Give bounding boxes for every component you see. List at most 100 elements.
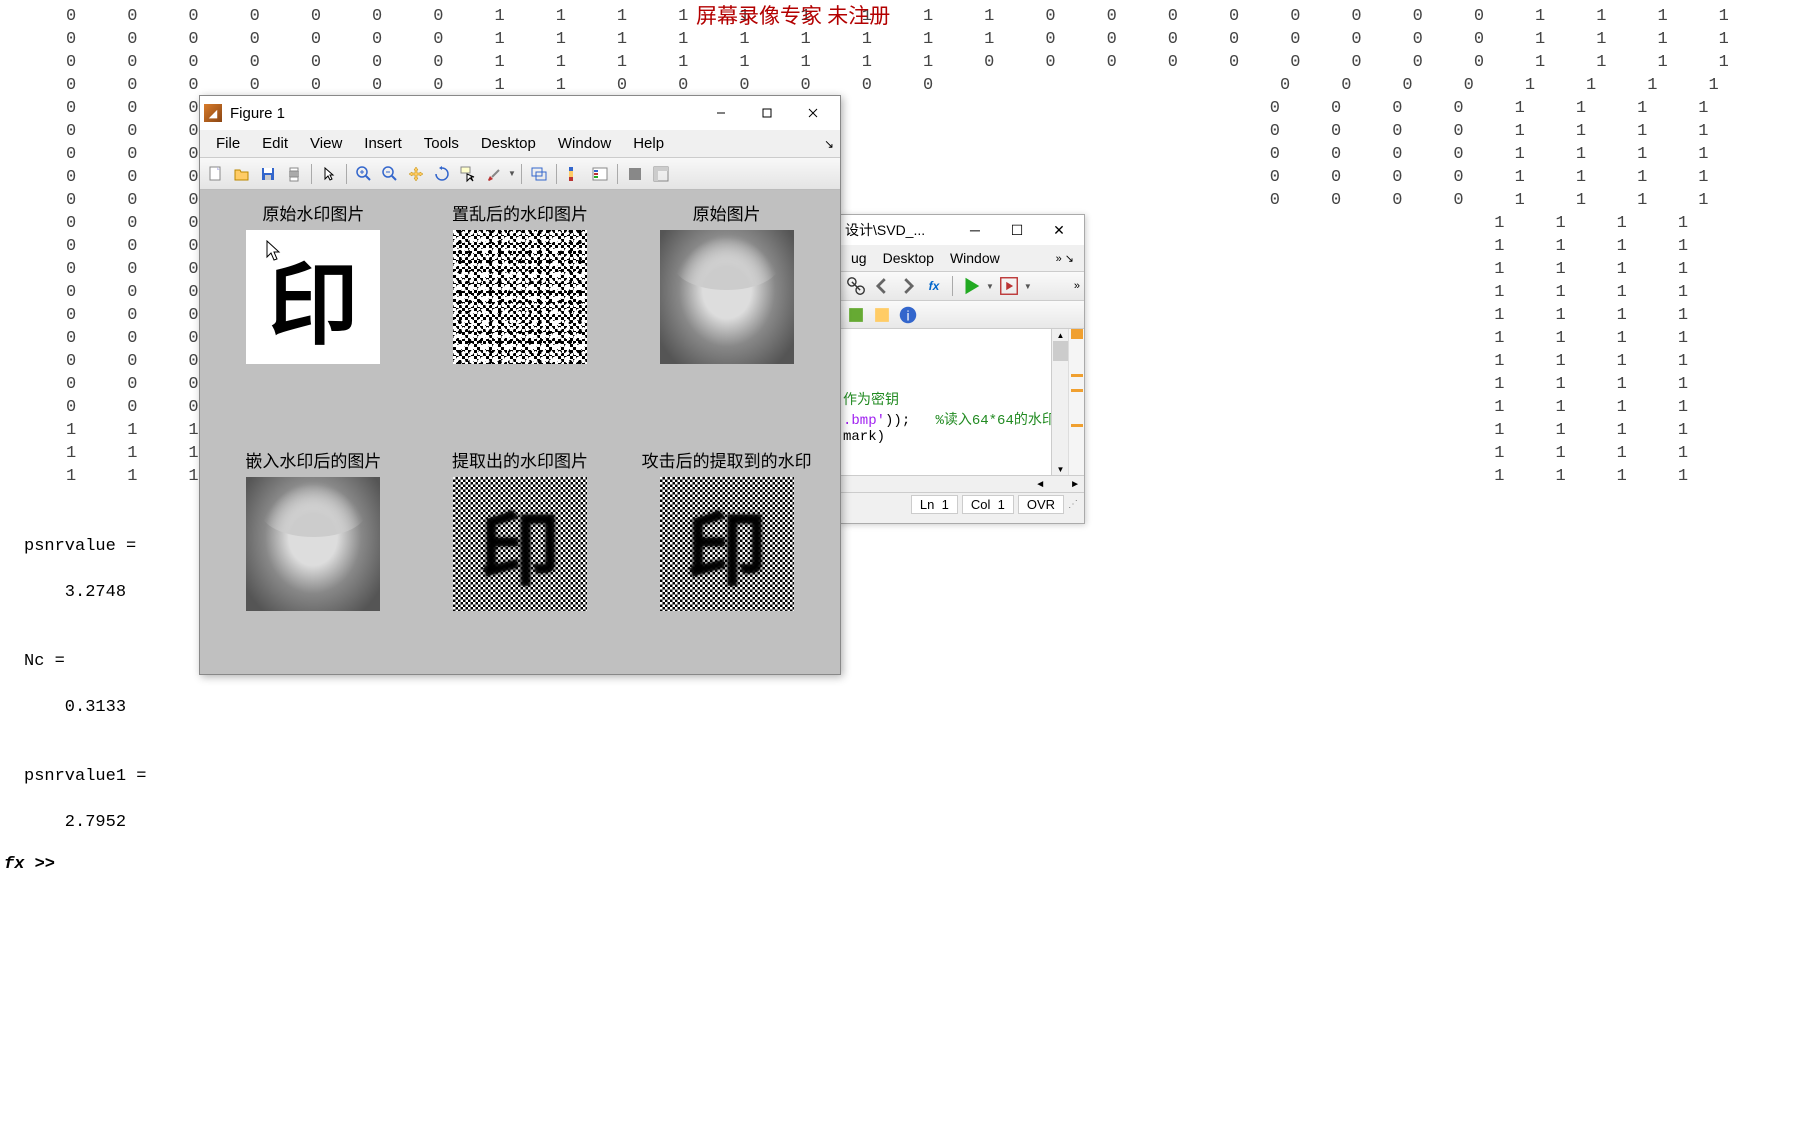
colorbar-icon[interactable] — [562, 162, 586, 186]
open-icon[interactable] — [230, 162, 254, 186]
separator — [617, 164, 618, 184]
subplot-1-image: 印 — [246, 230, 380, 364]
close-button[interactable] — [790, 97, 836, 129]
code-warning-mark[interactable] — [1071, 389, 1083, 392]
run-dropdown-icon[interactable]: ▼ — [986, 282, 994, 291]
subplot-2: 置乱后的水印图片 — [427, 200, 614, 417]
menu-view[interactable]: View — [300, 135, 352, 152]
figure-title: Figure 1 — [230, 105, 698, 122]
run-icon[interactable] — [960, 275, 982, 297]
editor-vscrollbar[interactable]: ▲ ▼ — [1051, 329, 1068, 475]
back-icon[interactable] — [871, 275, 893, 297]
separator — [556, 164, 557, 184]
code-analyzer-strip[interactable] — [1068, 329, 1084, 475]
editor-title: 设计\SVD_... — [845, 220, 954, 240]
fx-icon[interactable]: fx — [923, 275, 945, 297]
new-icon[interactable] — [204, 162, 228, 186]
subplot-2-title: 置乱后的水印图片 — [452, 200, 588, 225]
rotate-icon[interactable] — [430, 162, 454, 186]
resize-grip-icon[interactable]: ⋰ — [1068, 499, 1078, 510]
forward-icon[interactable] — [897, 275, 919, 297]
menu-file[interactable]: File — [206, 135, 250, 152]
scroll-up-icon[interactable]: ▲ — [1053, 329, 1068, 341]
separator — [952, 276, 953, 296]
zoom-out-icon[interactable] — [378, 162, 402, 186]
menu-overflow-icon[interactable]: ↘ — [824, 137, 834, 151]
menu-desktop[interactable]: Desktop — [471, 135, 546, 152]
subplot-6-title: 攻击后的提取到的水印 — [642, 447, 812, 472]
subplot-1-title: 原始水印图片 — [262, 200, 364, 225]
cursor-icon — [266, 240, 282, 262]
editor-toolbar: fx ▼ ▼ » — [841, 271, 1084, 301]
figure-window: ◢ Figure 1 File Edit View Insert Tools D… — [199, 95, 841, 675]
subplot-1: 原始水印图片 印 — [220, 200, 407, 417]
subplot-3-image — [660, 230, 794, 364]
matlab-icon: ◢ — [204, 104, 222, 122]
brush-icon[interactable] — [482, 162, 506, 186]
figure-content: 原始水印图片 印 置乱后的水印图片 原始图片 嵌入水印后的图片 提取出的水印图片 — [200, 190, 840, 674]
find-icon[interactable] — [845, 275, 867, 297]
maximize-button[interactable] — [744, 97, 790, 129]
editor-hscrollbar[interactable]: ◄ ► — [841, 475, 1084, 492]
save-icon[interactable] — [256, 162, 280, 186]
status-ovr: OVR — [1018, 495, 1064, 514]
brush-dropdown-icon[interactable]: ▼ — [508, 169, 516, 178]
recorder-watermark: 屏幕录像专家 未注册 — [696, 0, 890, 30]
editor-menu-window[interactable]: Window — [942, 250, 1008, 266]
menu-window[interactable]: Window — [548, 135, 621, 152]
editor-toolbar2: i — [841, 301, 1084, 329]
svg-text:i: i — [906, 308, 909, 323]
menu-edit[interactable]: Edit — [252, 135, 298, 152]
subplot-4-image — [246, 477, 380, 611]
scroll-thumb[interactable] — [1053, 341, 1068, 361]
figure-titlebar[interactable]: ◢ Figure 1 — [200, 96, 840, 130]
editor-titlebar[interactable]: 设计\SVD_... ─ ☐ ✕ — [841, 215, 1084, 245]
separator — [311, 164, 312, 184]
scroll-down-icon[interactable]: ▼ — [1053, 463, 1068, 475]
separator — [346, 164, 347, 184]
status-line: Ln 1 — [911, 495, 958, 514]
editor-toolbar-chevron[interactable]: » — [1074, 280, 1080, 292]
command-prompt[interactable]: fx >> — [4, 855, 55, 874]
minimize-button[interactable] — [698, 97, 744, 129]
hide-tools-icon[interactable] — [623, 162, 647, 186]
pointer-icon[interactable] — [317, 162, 341, 186]
editor-window: 设计\SVD_... ─ ☐ ✕ ug Desktop Window » ↘ f… — [840, 214, 1085, 524]
print-icon[interactable] — [282, 162, 306, 186]
menu-insert[interactable]: Insert — [354, 135, 412, 152]
breakpoint-icon[interactable] — [845, 304, 867, 326]
editor-menu-chevron[interactable]: » ↘ — [1048, 252, 1082, 265]
legend-icon[interactable] — [588, 162, 612, 186]
editor-maximize-button[interactable]: ☐ — [996, 217, 1038, 243]
editor-text[interactable]: 作为密钥 .bmp')); %读入64*64的水印 mark) — [841, 329, 1051, 475]
zoom-in-icon[interactable] — [352, 162, 376, 186]
subplot-6-image — [660, 477, 794, 611]
run-section-dropdown[interactable]: ▼ — [1024, 282, 1032, 291]
menu-help[interactable]: Help — [623, 135, 674, 152]
code-warning-mark[interactable] — [1071, 374, 1083, 377]
editor-menubar: ug Desktop Window » ↘ — [841, 245, 1084, 271]
subplot-5-title: 提取出的水印图片 — [452, 447, 588, 472]
figure-menubar: File Edit View Insert Tools Desktop Wind… — [200, 130, 840, 158]
show-tools-icon[interactable] — [649, 162, 673, 186]
bookmark-icon[interactable] — [871, 304, 893, 326]
code-warning-summary[interactable] — [1071, 329, 1083, 339]
editor-statusbar: Ln 1 Col 1 OVR ⋰ — [841, 492, 1084, 516]
pan-icon[interactable] — [404, 162, 428, 186]
editor-menu-desktop[interactable]: Desktop — [875, 250, 942, 266]
code-warning-mark[interactable] — [1071, 424, 1083, 427]
editor-body[interactable]: 作为密钥 .bmp')); %读入64*64的水印 mark) ▲ ▼ — [841, 329, 1084, 475]
info-icon[interactable]: i — [897, 304, 919, 326]
link-icon[interactable] — [527, 162, 551, 186]
console-output: psnrvalue = 3.2748 Nc = 0.3133 psnrvalue… — [24, 535, 146, 834]
editor-close-button[interactable]: ✕ — [1038, 217, 1080, 243]
run-section-icon[interactable] — [998, 275, 1020, 297]
subplot-3-title: 原始图片 — [693, 200, 761, 225]
figure-toolbar: ▼ — [200, 158, 840, 190]
menu-tools[interactable]: Tools — [414, 135, 469, 152]
subplot-4-title: 嵌入水印后的图片 — [245, 447, 381, 472]
separator — [521, 164, 522, 184]
editor-menu-debug[interactable]: ug — [843, 250, 875, 266]
datacursor-icon[interactable] — [456, 162, 480, 186]
editor-minimize-button[interactable]: ─ — [954, 217, 996, 243]
